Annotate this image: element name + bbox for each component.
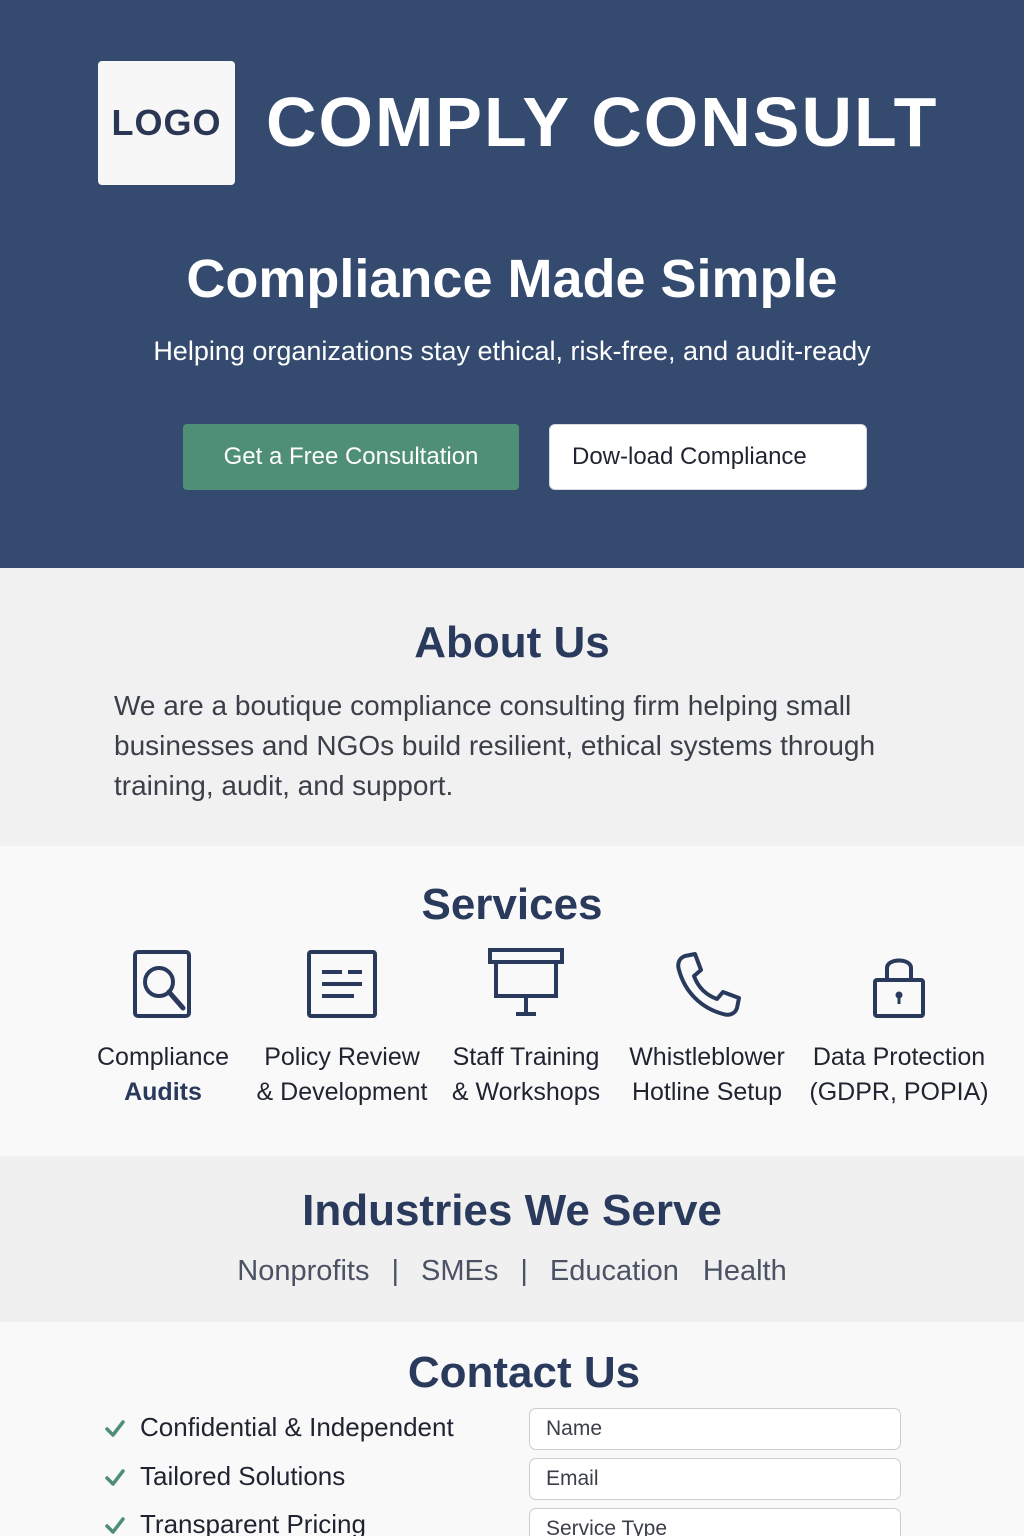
contact-bullet: Confidential & Independent [104,1412,454,1443]
service-item-compliance-audits[interactable]: Compliance Audits [73,946,253,1110]
hero-section: LOGO COMPLY CONSULT Compliance Made Simp… [0,0,1024,568]
service-label-line1: Data Protection [812,1043,986,1071]
phone-icon [676,952,741,1017]
industry-separator: | [391,1255,399,1287]
email-field[interactable] [529,1458,901,1500]
contact-bullet: Transparent Pricing [104,1509,366,1536]
service-item-data-protection[interactable]: Data Protection (GDPR, POPIA) [809,946,989,1110]
services-section: Services Compliance Audits Policy Review… [0,846,1024,1156]
logo[interactable]: LOGO [98,61,235,185]
about-text: We are a boutique compliance consulting … [114,690,876,801]
check-icon [105,1419,125,1437]
about-section: About Us We are a boutique compliance co… [0,568,1024,846]
industry-separator: | [520,1255,528,1287]
industry-nonprofits: Nonprofits [237,1255,370,1287]
service-item-policy-review[interactable]: Policy Review & Development [252,946,432,1110]
service-label-line1: Staff Training [452,1043,600,1071]
service-item-whistleblower[interactable]: Whistleblower Hotline Setup [617,946,797,1110]
service-label-line1: Policy Review [264,1043,420,1071]
download-compliance-button[interactable]: Dow-load Compliance [549,424,867,490]
free-consultation-button[interactable]: Get a Free Consultation [183,424,519,490]
contact-bullet-text: Tailored Solutions [140,1461,346,1491]
industries-title: Industries We Serve [302,1186,722,1235]
service-type-field[interactable] [529,1508,901,1536]
contact-bullet-text: Transparent Pricing [140,1509,366,1536]
service-label-line2: & Development [256,1078,428,1106]
contact-bullet-text: Confidential & Independent [140,1412,454,1442]
industry-education: Education [549,1255,679,1287]
contact-section: Contact Us Confidential & Independent Ta… [0,1322,1024,1536]
services-title: Services [421,880,603,929]
industry-health: Health [702,1255,787,1287]
check-icon [105,1516,125,1534]
contact-title: Contact Us [407,1348,641,1397]
service-label-line2: Audits [124,1078,202,1106]
contact-bullet: Tailored Solutions [104,1461,345,1492]
service-label-line2: Hotline Setup [631,1078,783,1106]
service-label-line2: (GDPR, POPIA) [809,1078,989,1106]
hero-subtitle: Helping organizations stay ethical, risk… [153,336,871,366]
industries-list: Nonprofits | SMEs | Education Health [0,1255,1024,1288]
industry-smes: SMEs [421,1255,499,1287]
name-field[interactable] [529,1408,901,1450]
service-label-line2: & Workshops [451,1078,601,1106]
industries-section: Industries We Serve Nonprofits | SMEs | Educ… [0,1156,1024,1322]
magnifier-document-icon [133,950,191,1018]
service-label-line1: Compliance [96,1043,229,1071]
about-title: About Us [414,618,610,667]
service-label-line1: Whistleblower [629,1043,785,1071]
document-icon [307,950,377,1018]
hero-title: Compliance Made Simple [186,249,838,309]
check-icon [105,1468,125,1486]
presentation-board-icon [488,948,564,1016]
padlock-icon [873,958,925,1018]
service-item-staff-training[interactable]: Staff Training & Workshops [436,946,616,1110]
brand-name: COMPLY CONSULT [266,83,939,161]
